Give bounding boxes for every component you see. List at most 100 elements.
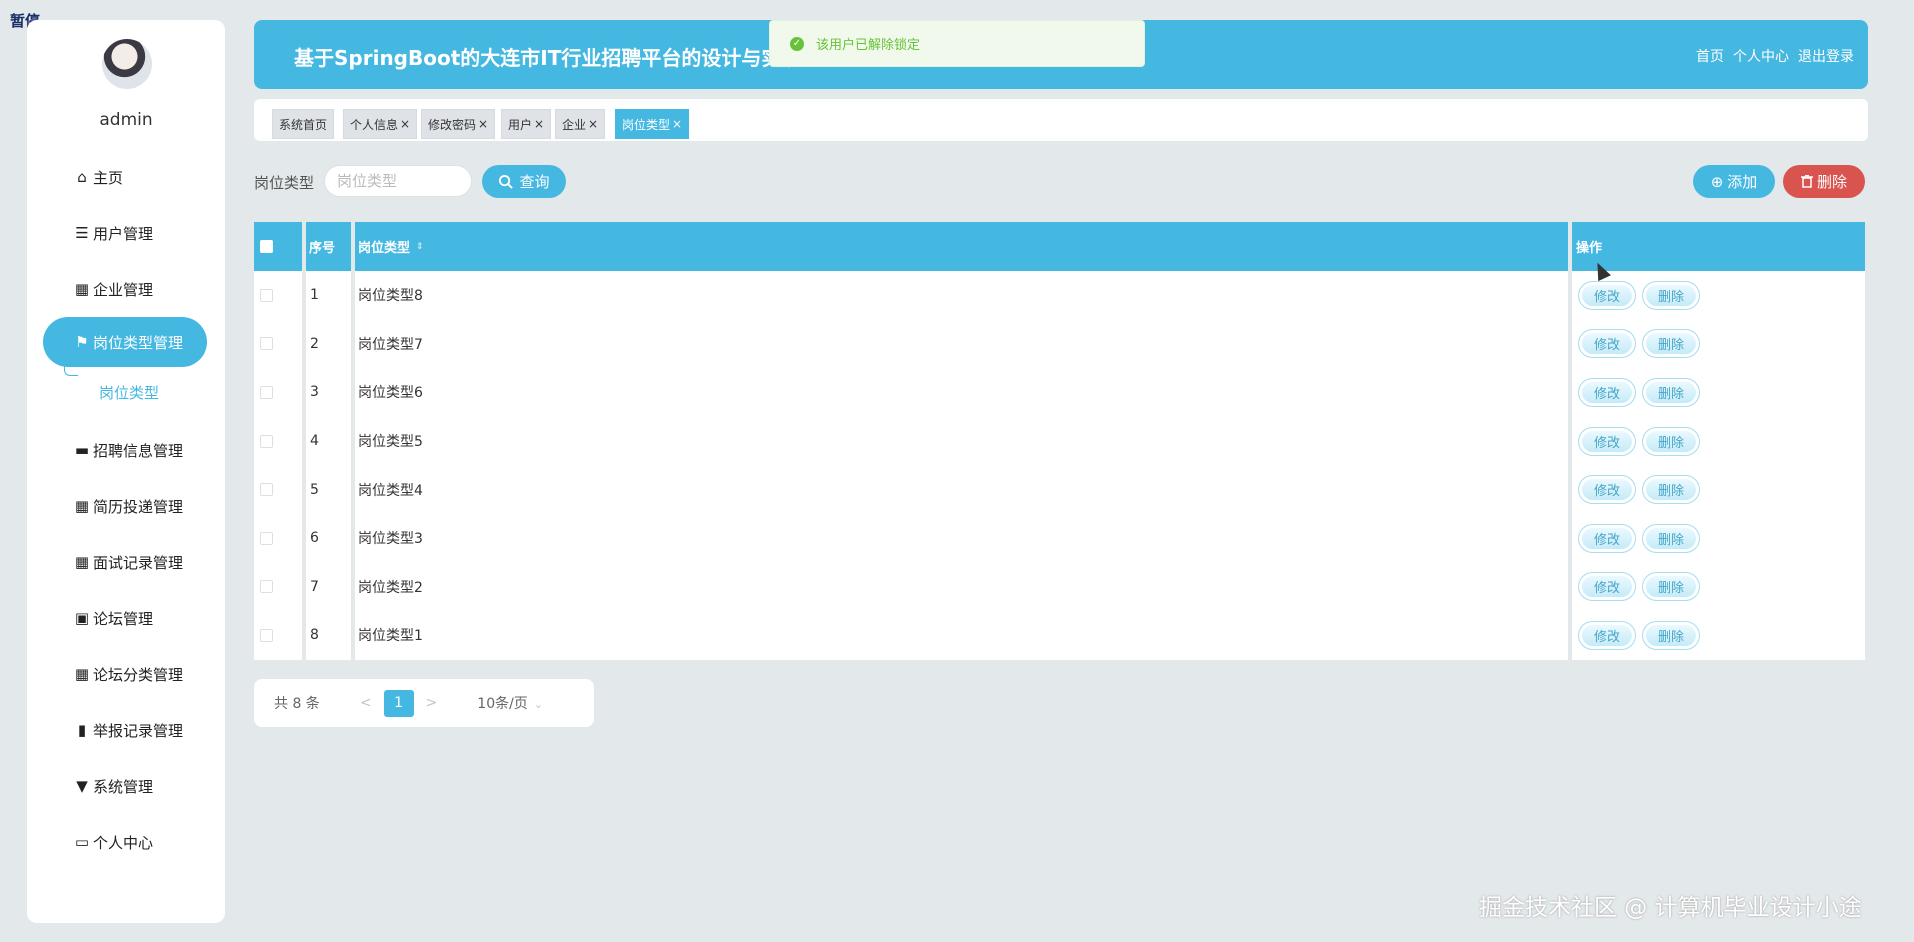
sidebar-item-0[interactable]: ⌂ 主页 bbox=[43, 152, 207, 202]
row-delete-button[interactable]: 删除 bbox=[1642, 620, 1700, 650]
row-delete-button[interactable]: 删除 bbox=[1642, 377, 1700, 407]
row-job-type: 岗位类型8 bbox=[358, 288, 423, 305]
row-delete-button[interactable]: 删除 bbox=[1642, 329, 1700, 359]
row-select-cell bbox=[260, 320, 273, 369]
tab-users[interactable]: 用户 × bbox=[501, 109, 552, 139]
page-number-button[interactable]: 1 bbox=[383, 689, 414, 717]
ticket-icon: ▬ bbox=[74, 441, 90, 459]
sidebar-item-11[interactable]: ▭ 个人中心 bbox=[43, 817, 207, 867]
add-button[interactable]: ⊕ 添加 bbox=[1693, 165, 1775, 198]
tab-system-home[interactable]: 系统首页 bbox=[272, 109, 335, 139]
sidebar-item-label: 用户管理 bbox=[93, 224, 154, 243]
edit-button[interactable]: 修改 bbox=[1578, 523, 1636, 553]
row-ops: 修改 删除 bbox=[1572, 271, 1700, 320]
row-checkbox[interactable] bbox=[260, 580, 273, 594]
sidebar-item-9[interactable]: ▮ 举报记录管理 bbox=[43, 705, 207, 755]
sort-icon[interactable]: ⇕ bbox=[416, 242, 424, 252]
edit-button[interactable]: 修改 bbox=[1578, 426, 1636, 456]
card-icon: ▭ bbox=[74, 833, 90, 851]
row-delete-button[interactable]: 删除 bbox=[1642, 523, 1700, 553]
row-ops: 修改 删除 bbox=[1572, 563, 1700, 612]
tab-label: 修改密码 bbox=[428, 117, 477, 132]
row-job-type: 岗位类型6 bbox=[358, 385, 423, 402]
query-button[interactable]: 查询 bbox=[482, 165, 566, 198]
row-select-cell bbox=[260, 368, 273, 417]
row-delete-button[interactable]: 删除 bbox=[1642, 475, 1700, 505]
edit-button[interactable]: 修改 bbox=[1578, 377, 1636, 407]
trash-icon bbox=[1800, 175, 1813, 188]
query-button-label: 查询 bbox=[519, 173, 550, 191]
edit-button[interactable]: 修改 bbox=[1578, 329, 1636, 359]
username: admin bbox=[99, 110, 153, 130]
watermark: 掘金技术社区 @ 计算机毕业设计小途 bbox=[1479, 895, 1862, 921]
chart-icon: ▮ bbox=[77, 721, 87, 739]
row-checkbox[interactable] bbox=[260, 531, 273, 545]
row-checkbox[interactable] bbox=[260, 385, 273, 399]
next-page-button[interactable]: > bbox=[426, 695, 438, 711]
tab-personal-info[interactable]: 个人信息 × bbox=[343, 109, 418, 139]
column-divider bbox=[351, 222, 355, 660]
nav-logout-link[interactable]: 退出登录 bbox=[1798, 46, 1854, 66]
edit-button[interactable]: 修改 bbox=[1578, 475, 1636, 505]
select-all-checkbox[interactable] bbox=[260, 240, 273, 253]
row-checkbox[interactable] bbox=[260, 483, 273, 497]
edit-button[interactable]: 修改 bbox=[1578, 572, 1636, 602]
sidebar-item-label: 岗位类型管理 bbox=[93, 333, 184, 352]
sidebar-item-8[interactable]: ▦ 论坛分类管理 bbox=[43, 649, 207, 699]
sidebar-item-label: 个人中心 bbox=[93, 833, 154, 852]
close-icon[interactable]: × bbox=[534, 117, 544, 131]
search-input[interactable] bbox=[324, 165, 472, 197]
sidebar-item-5[interactable]: ▦ 简历投递管理 bbox=[43, 481, 207, 531]
row-select-cell bbox=[260, 611, 273, 660]
sidebar-item-10[interactable]: ▼ 系统管理 bbox=[43, 761, 207, 811]
sidebar-item-1[interactable]: ☰ 用户管理 bbox=[43, 208, 207, 258]
delete-button[interactable]: 删除 bbox=[1783, 165, 1865, 198]
row-index: 8 bbox=[310, 627, 319, 644]
close-icon[interactable]: × bbox=[672, 117, 682, 131]
row-select-cell bbox=[260, 514, 273, 563]
tab-change-password[interactable]: 修改密码 × bbox=[421, 109, 496, 139]
list-icon: ☰ bbox=[75, 224, 89, 242]
plus-circle-icon: ⊕ bbox=[1710, 172, 1724, 191]
row-delete-button[interactable]: 删除 bbox=[1642, 280, 1700, 310]
sidebar-item-2[interactable]: ▦ 企业管理 bbox=[43, 264, 207, 314]
row-delete-button[interactable]: 删除 bbox=[1642, 426, 1700, 456]
sidebar-subitem-job-type[interactable]: 岗位类型 bbox=[99, 382, 159, 403]
table-row: 4 岗位类型5 修改 删除 bbox=[254, 416, 1865, 466]
tabs-bar: 系统首页 个人信息 × 修改密码 × 用户 × 企业 × 岗位类型 × bbox=[254, 99, 1868, 141]
tab-label: 岗位类型 bbox=[622, 117, 671, 132]
row-checkbox[interactable] bbox=[260, 288, 273, 302]
edit-button[interactable]: 修改 bbox=[1578, 620, 1636, 650]
add-button-label: 添加 bbox=[1727, 173, 1758, 191]
sidebar-item-label: 简历投递管理 bbox=[93, 497, 184, 516]
row-delete-button[interactable]: 删除 bbox=[1642, 572, 1700, 602]
row-checkbox[interactable] bbox=[260, 434, 273, 448]
flag-icon: ⚑ bbox=[75, 333, 89, 351]
close-icon[interactable]: × bbox=[478, 117, 488, 131]
search-icon bbox=[499, 174, 514, 189]
grid-icon: ▦ bbox=[74, 665, 90, 683]
sidebar-item-7[interactable]: ▣ 论坛管理 bbox=[43, 593, 207, 643]
check-circle-icon: ✓ bbox=[790, 36, 804, 51]
close-icon[interactable]: × bbox=[588, 117, 598, 131]
edit-button[interactable]: 修改 bbox=[1578, 280, 1636, 310]
nav-profile-link[interactable]: 个人中心 bbox=[1733, 46, 1789, 66]
row-checkbox[interactable] bbox=[260, 628, 273, 642]
page-size-value: 10条/页 bbox=[477, 696, 528, 712]
sidebar-item-4[interactable]: ▬ 招聘信息管理 bbox=[43, 425, 207, 475]
sidebar-item-6[interactable]: ▦ 面试记录管理 bbox=[43, 537, 207, 587]
row-ops: 修改 删除 bbox=[1572, 368, 1700, 417]
page-size-select[interactable]: 10条/页 ⌄ bbox=[477, 693, 543, 713]
chevron-down-icon: ⌄ bbox=[533, 698, 544, 711]
row-index: 7 bbox=[310, 578, 319, 595]
prev-page-button[interactable]: < bbox=[360, 695, 372, 711]
header-type[interactable]: 岗位类型 ⇕ bbox=[358, 222, 424, 271]
table-row: 5 岗位类型4 修改 删除 bbox=[254, 465, 1865, 514]
tab-job-types[interactable]: 岗位类型 × bbox=[615, 109, 690, 139]
tab-companies[interactable]: 企业 × bbox=[555, 109, 606, 139]
tab-label: 系统首页 bbox=[279, 117, 328, 132]
avatar[interactable] bbox=[102, 39, 152, 89]
close-icon[interactable]: × bbox=[400, 117, 410, 131]
nav-home-link[interactable]: 首页 bbox=[1696, 46, 1724, 66]
row-checkbox[interactable] bbox=[260, 337, 273, 351]
